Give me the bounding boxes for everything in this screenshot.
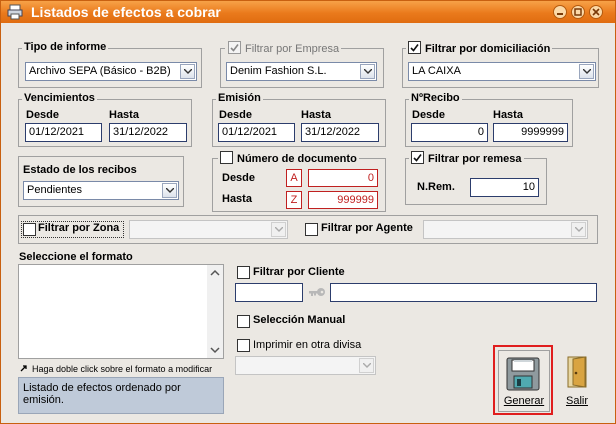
formato-hint: Haga doble click sobre el formato a modi… [32, 364, 213, 374]
arrow-pointer-icon [20, 364, 28, 374]
emision-hasta-input[interactable]: 31/12/2022 [301, 123, 379, 142]
nrecibo-desde-input[interactable]: 0 [411, 123, 488, 142]
vencimientos-desde-input[interactable]: 01/12/2021 [25, 123, 102, 142]
formato-label: Seleccione el formato [19, 251, 133, 263]
numero-documento-hasta-label: Hasta [222, 193, 252, 205]
empresa-select[interactable]: Denim Fashion S.L. [226, 62, 377, 81]
emision-desde-input[interactable]: 01/12/2021 [218, 123, 295, 142]
scroll-down-icon[interactable] [207, 342, 223, 358]
chevron-down-icon[interactable] [571, 222, 586, 237]
nrecibo-title: NºRecibo [409, 92, 462, 104]
chevron-down-icon[interactable] [162, 183, 177, 198]
salir-button[interactable]: Salir [561, 353, 593, 411]
chevron-down-icon[interactable] [579, 64, 594, 79]
numero-documento-checkbox[interactable] [220, 151, 233, 164]
scroll-up-icon[interactable] [207, 265, 223, 281]
domiciliacion-checkbox[interactable] [408, 41, 421, 54]
empresa-filter-label: Filtrar por Empresa [225, 41, 342, 55]
nrecibo-hasta-input[interactable]: 9999999 [493, 123, 568, 142]
estado-label: Estado de los recibos [23, 164, 137, 176]
nrecibo-hasta-label: Hasta [493, 109, 523, 121]
divisa-select[interactable] [235, 356, 376, 375]
domiciliacion-value: LA CAIXA [412, 65, 461, 77]
printer-icon [7, 4, 23, 20]
numero-documento-desde-input[interactable]: 0 [308, 169, 378, 187]
estado-value: Pendientes [27, 184, 83, 196]
remesa-nrem-input[interactable]: 10 [470, 178, 539, 197]
agente-label[interactable]: Filtrar por Agente [321, 222, 413, 234]
zona-label[interactable]: Filtrar por Zona [38, 222, 119, 234]
remesa-checkbox[interactable] [411, 151, 424, 164]
vencimientos-hasta-label: Hasta [109, 109, 139, 121]
chevron-down-icon[interactable] [359, 358, 374, 373]
formato-description: Listado de efectos ordenado por emisión. [18, 377, 224, 414]
agente-checkbox[interactable] [305, 223, 318, 236]
zona-select[interactable] [129, 220, 288, 239]
generar-button[interactable]: Generar [498, 350, 550, 412]
estado-select[interactable]: Pendientes [23, 181, 179, 200]
window-title: Listados de efectos a cobrar [31, 4, 221, 20]
chevron-down-icon[interactable] [360, 64, 375, 79]
cliente-code-input[interactable] [235, 283, 303, 302]
tipo-informe-select[interactable]: Archivo SEPA (Básico - B2B) [25, 62, 197, 81]
generar-label: Generar [503, 395, 545, 407]
vencimientos-title: Vencimientos [22, 92, 97, 104]
manual-label[interactable]: Selección Manual [253, 314, 345, 326]
generar-highlight: Generar [493, 345, 553, 415]
formato-listbox[interactable] [18, 264, 224, 359]
chevron-down-icon[interactable] [180, 64, 195, 79]
report-window: Listados de efectos a cobrar Tipo de inf… [0, 0, 616, 424]
tipo-informe-value: Archivo SEPA (Básico - B2B) [29, 65, 171, 77]
numero-documento-hasta-input[interactable]: 999999 [308, 191, 378, 209]
title-bar[interactable]: Listados de efectos a cobrar [1, 1, 615, 23]
maximize-button[interactable] [571, 5, 585, 19]
emision-title: Emisión [216, 92, 263, 104]
cliente-name-input[interactable] [330, 283, 597, 302]
domiciliacion-select[interactable]: LA CAIXA [408, 62, 596, 81]
nrecibo-desde-label: Desde [412, 109, 446, 121]
key-icon[interactable] [308, 285, 326, 302]
numero-documento-desde-label: Desde [222, 172, 256, 184]
door-exit-icon [565, 355, 589, 392]
remesa-filter-label: Filtrar por remesa [409, 151, 524, 165]
chevron-down-icon[interactable] [271, 222, 286, 237]
divisa-checkbox[interactable] [237, 339, 250, 352]
domiciliacion-filter-label: Filtrar por domiciliación [406, 41, 553, 55]
numero-documento-hasta-letter[interactable]: Z [286, 191, 302, 209]
floppy-disk-icon [506, 357, 540, 394]
minimize-button[interactable] [553, 5, 567, 19]
empresa-value: Denim Fashion S.L. [230, 65, 327, 77]
formato-scrollbar[interactable] [207, 265, 223, 358]
agente-select[interactable] [423, 220, 588, 239]
empresa-checkbox[interactable] [228, 41, 241, 54]
cliente-checkbox[interactable] [237, 266, 250, 279]
vencimientos-desde-label: Desde [26, 109, 60, 121]
numero-documento-filter-label: Número de documento [218, 151, 359, 165]
salir-label: Salir [565, 395, 588, 407]
numero-documento-desde-letter[interactable]: A [286, 169, 302, 187]
zona-checkbox[interactable] [23, 223, 36, 236]
emision-hasta-label: Hasta [301, 109, 331, 121]
manual-checkbox[interactable] [237, 315, 250, 328]
vencimientos-hasta-input[interactable]: 31/12/2022 [109, 123, 187, 142]
cliente-label[interactable]: Filtrar por Cliente [253, 266, 345, 278]
divisa-label[interactable]: Imprimir en otra divisa [253, 339, 361, 351]
remesa-nrem-label: N.Rem. [417, 181, 455, 193]
tipo-informe-label: Tipo de informe [22, 41, 109, 53]
emision-desde-label: Desde [219, 109, 253, 121]
close-button[interactable] [589, 5, 603, 19]
